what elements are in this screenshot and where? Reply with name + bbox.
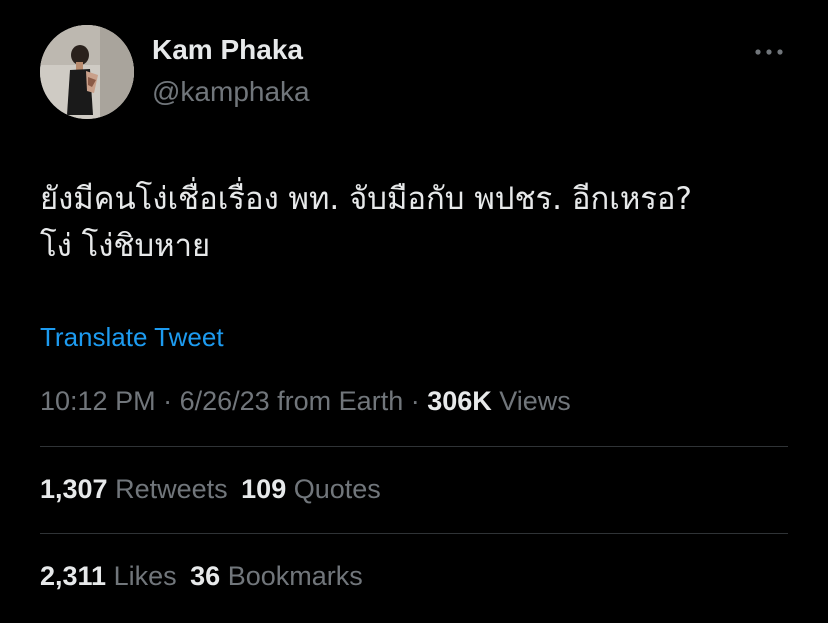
quotes-stat[interactable]: 109 Quotes xyxy=(241,474,381,504)
retweets-stat[interactable]: 1,307 Retweets xyxy=(40,474,228,504)
bookmarks-count: 36 xyxy=(190,561,221,591)
separator: · xyxy=(155,386,180,416)
more-options-button[interactable] xyxy=(748,38,790,66)
separator: · xyxy=(403,386,428,416)
author-display-name[interactable]: Kam Phaka xyxy=(152,34,303,66)
stats-row: 1,307 Retweets 109 Quotes xyxy=(40,474,381,505)
bookmarks-label: Bookmarks xyxy=(220,561,363,591)
retweets-count: 1,307 xyxy=(40,474,108,504)
likes-stat[interactable]: 2,311 Likes xyxy=(40,561,177,591)
views-count: 306K xyxy=(427,386,492,416)
tweet-text: ยังมีคนโง่เชื่อเรื่อง พท. จับมือกับ พปชร… xyxy=(40,176,800,270)
likes-label: Likes xyxy=(106,561,177,591)
tweet-date[interactable]: 6/26/23 xyxy=(180,386,270,416)
profile-photo xyxy=(40,25,134,119)
quotes-count: 109 xyxy=(241,474,287,504)
tweet-time[interactable]: 10:12 PM xyxy=(40,386,156,416)
tweet-text-line: โง่ โง่ชิบหาย xyxy=(40,228,211,264)
tweet-source: from Earth xyxy=(269,386,404,416)
tweet-text-line: ยังมีคนโง่เชื่อเรื่อง พท. จับมือกับ พปชร… xyxy=(40,181,692,217)
bookmarks-stat[interactable]: 36 Bookmarks xyxy=(190,561,363,591)
likes-count: 2,311 xyxy=(40,561,107,591)
author-handle[interactable]: @kamphaka xyxy=(152,76,310,108)
avatar[interactable] xyxy=(40,25,134,119)
more-horizontal-icon xyxy=(755,49,783,55)
translate-tweet-link[interactable]: Translate Tweet xyxy=(40,322,224,353)
stats-row: 2,311 Likes 36 Bookmarks xyxy=(40,561,363,592)
views-label: Views xyxy=(491,386,571,416)
tweet-metadata: 10:12 PM · 6/26/23 from Earth · 306K Vie… xyxy=(40,386,571,417)
retweets-label: Retweets xyxy=(107,474,228,504)
divider xyxy=(40,533,788,534)
divider xyxy=(40,446,788,447)
quotes-label: Quotes xyxy=(286,474,381,504)
